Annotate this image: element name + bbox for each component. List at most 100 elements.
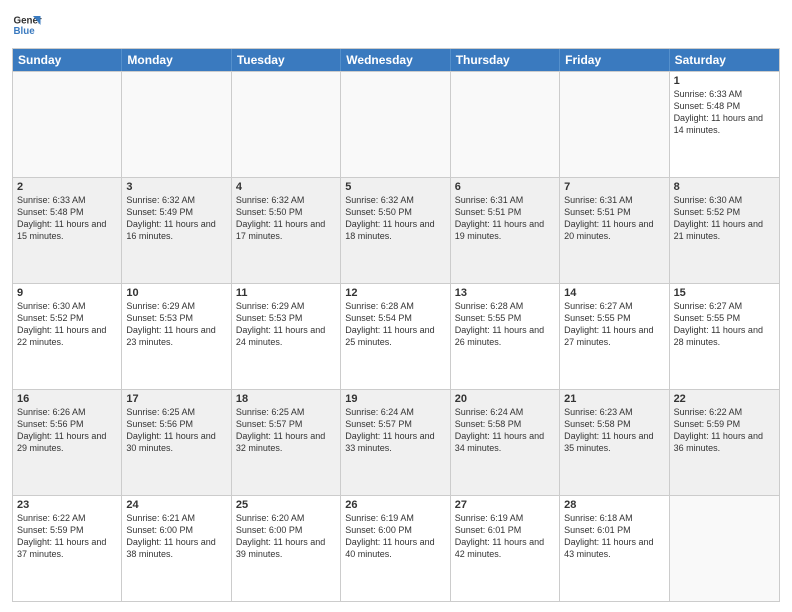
day-info: Sunrise: 6:29 AMSunset: 5:53 PMDaylight:… [126,300,226,349]
day-number: 14 [564,287,664,299]
calendar-day-24: 24Sunrise: 6:21 AMSunset: 6:00 PMDayligh… [122,496,231,601]
calendar-day-empty [451,72,560,177]
calendar-day-8: 8Sunrise: 6:30 AMSunset: 5:52 PMDaylight… [670,178,779,283]
calendar-day-3: 3Sunrise: 6:32 AMSunset: 5:49 PMDaylight… [122,178,231,283]
day-info: Sunrise: 6:28 AMSunset: 5:54 PMDaylight:… [345,300,445,349]
day-number: 17 [126,393,226,405]
calendar-header: SundayMondayTuesdayWednesdayThursdayFrid… [13,49,779,71]
calendar-day-7: 7Sunrise: 6:31 AMSunset: 5:51 PMDaylight… [560,178,669,283]
day-info: Sunrise: 6:19 AMSunset: 6:01 PMDaylight:… [455,512,555,561]
calendar-day-19: 19Sunrise: 6:24 AMSunset: 5:57 PMDayligh… [341,390,450,495]
day-info: Sunrise: 6:21 AMSunset: 6:00 PMDaylight:… [126,512,226,561]
day-number: 3 [126,181,226,193]
day-info: Sunrise: 6:25 AMSunset: 5:56 PMDaylight:… [126,406,226,455]
calendar-day-13: 13Sunrise: 6:28 AMSunset: 5:55 PMDayligh… [451,284,560,389]
calendar-day-18: 18Sunrise: 6:25 AMSunset: 5:57 PMDayligh… [232,390,341,495]
calendar-week-5: 23Sunrise: 6:22 AMSunset: 5:59 PMDayligh… [13,495,779,601]
calendar-day-21: 21Sunrise: 6:23 AMSunset: 5:58 PMDayligh… [560,390,669,495]
day-number: 21 [564,393,664,405]
day-number: 2 [17,181,117,193]
day-info: Sunrise: 6:33 AMSunset: 5:48 PMDaylight:… [17,194,117,243]
header-day-tuesday: Tuesday [232,49,341,71]
calendar-day-16: 16Sunrise: 6:26 AMSunset: 5:56 PMDayligh… [13,390,122,495]
day-info: Sunrise: 6:20 AMSunset: 6:00 PMDaylight:… [236,512,336,561]
calendar-day-15: 15Sunrise: 6:27 AMSunset: 5:55 PMDayligh… [670,284,779,389]
day-info: Sunrise: 6:19 AMSunset: 6:00 PMDaylight:… [345,512,445,561]
day-info: Sunrise: 6:28 AMSunset: 5:55 PMDaylight:… [455,300,555,349]
page-container: General Blue SundayMondayTuesdayWednesda… [0,0,792,612]
calendar-day-empty [232,72,341,177]
header-day-sunday: Sunday [13,49,122,71]
day-number: 22 [674,393,775,405]
day-number: 19 [345,393,445,405]
calendar: SundayMondayTuesdayWednesdayThursdayFrid… [12,48,780,602]
calendar-body: 1 Sunrise: 6:33 AMSunset: 5:48 PMDaylight… [13,71,779,601]
day-info: Sunrise: 6:26 AMSunset: 5:56 PMDaylight:… [17,406,117,455]
calendar-day-28: 28Sunrise: 6:18 AMSunset: 6:01 PMDayligh… [560,496,669,601]
day-number: 10 [126,287,226,299]
day-number: 23 [17,499,117,511]
day-info: Sunrise: 6:31 AMSunset: 5:51 PMDaylight:… [455,194,555,243]
calendar-day-10: 10Sunrise: 6:29 AMSunset: 5:53 PMDayligh… [122,284,231,389]
header-day-wednesday: Wednesday [341,49,450,71]
logo-icon: General Blue [12,10,42,40]
day-number: 8 [674,181,775,193]
day-number: 26 [345,499,445,511]
calendar-day-9: 9Sunrise: 6:30 AMSunset: 5:52 PMDaylight… [13,284,122,389]
day-number: 6 [455,181,555,193]
day-number: 27 [455,499,555,511]
day-info: Sunrise: 6:27 AMSunset: 5:55 PMDaylight:… [564,300,664,349]
day-number: 13 [455,287,555,299]
day-info: Sunrise: 6:22 AMSunset: 5:59 PMDaylight:… [17,512,117,561]
calendar-day-12: 12Sunrise: 6:28 AMSunset: 5:54 PMDayligh… [341,284,450,389]
header-day-friday: Friday [560,49,669,71]
calendar-day-26: 26Sunrise: 6:19 AMSunset: 6:00 PMDayligh… [341,496,450,601]
calendar-day-17: 17Sunrise: 6:25 AMSunset: 5:56 PMDayligh… [122,390,231,495]
day-info: Sunrise: 6:24 AMSunset: 5:57 PMDaylight:… [345,406,445,455]
day-number: 24 [126,499,226,511]
day-number: 9 [17,287,117,299]
day-info: Sunrise: 6:24 AMSunset: 5:58 PMDaylight:… [455,406,555,455]
day-number: 7 [564,181,664,193]
day-number: 1 [674,75,775,87]
day-number: 5 [345,181,445,193]
calendar-day-14: 14Sunrise: 6:27 AMSunset: 5:55 PMDayligh… [560,284,669,389]
calendar-day-empty [122,72,231,177]
day-info: Sunrise: 6:18 AMSunset: 6:01 PMDaylight:… [564,512,664,561]
calendar-day-5: 5Sunrise: 6:32 AMSunset: 5:50 PMDaylight… [341,178,450,283]
calendar-day-23: 23Sunrise: 6:22 AMSunset: 5:59 PMDayligh… [13,496,122,601]
day-info: Sunrise: 6:32 AMSunset: 5:49 PMDaylight:… [126,194,226,243]
calendar-day-11: 11Sunrise: 6:29 AMSunset: 5:53 PMDayligh… [232,284,341,389]
svg-text:Blue: Blue [14,26,36,37]
calendar-week-3: 9Sunrise: 6:30 AMSunset: 5:52 PMDaylight… [13,283,779,389]
day-number: 25 [236,499,336,511]
header-day-monday: Monday [122,49,231,71]
calendar-week-4: 16Sunrise: 6:26 AMSunset: 5:56 PMDayligh… [13,389,779,495]
calendar-day-1: 1Sunrise: 6:33 AMSunset: 5:48 PMDaylight… [670,72,779,177]
calendar-day-empty [670,496,779,601]
logo: General Blue [12,10,46,40]
day-info: Sunrise: 6:23 AMSunset: 5:58 PMDaylight:… [564,406,664,455]
day-info: Sunrise: 6:32 AMSunset: 5:50 PMDaylight:… [236,194,336,243]
day-number: 15 [674,287,775,299]
day-number: 16 [17,393,117,405]
day-number: 28 [564,499,664,511]
day-info: Sunrise: 6:27 AMSunset: 5:55 PMDaylight:… [674,300,775,349]
day-info: Sunrise: 6:32 AMSunset: 5:50 PMDaylight:… [345,194,445,243]
day-number: 20 [455,393,555,405]
header: General Blue [12,10,780,40]
day-number: 18 [236,393,336,405]
day-info: Sunrise: 6:30 AMSunset: 5:52 PMDaylight:… [17,300,117,349]
calendar-day-empty [560,72,669,177]
calendar-day-2: 2Sunrise: 6:33 AMSunset: 5:48 PMDaylight… [13,178,122,283]
calendar-day-empty [341,72,450,177]
day-info: Sunrise: 6:29 AMSunset: 5:53 PMDaylight:… [236,300,336,349]
header-day-thursday: Thursday [451,49,560,71]
day-info: Sunrise: 6:22 AMSunset: 5:59 PMDaylight:… [674,406,775,455]
calendar-day-25: 25Sunrise: 6:20 AMSunset: 6:00 PMDayligh… [232,496,341,601]
day-info: Sunrise: 6:30 AMSunset: 5:52 PMDaylight:… [674,194,775,243]
calendar-day-empty [13,72,122,177]
calendar-day-20: 20Sunrise: 6:24 AMSunset: 5:58 PMDayligh… [451,390,560,495]
calendar-day-6: 6Sunrise: 6:31 AMSunset: 5:51 PMDaylight… [451,178,560,283]
day-info: Sunrise: 6:31 AMSunset: 5:51 PMDaylight:… [564,194,664,243]
